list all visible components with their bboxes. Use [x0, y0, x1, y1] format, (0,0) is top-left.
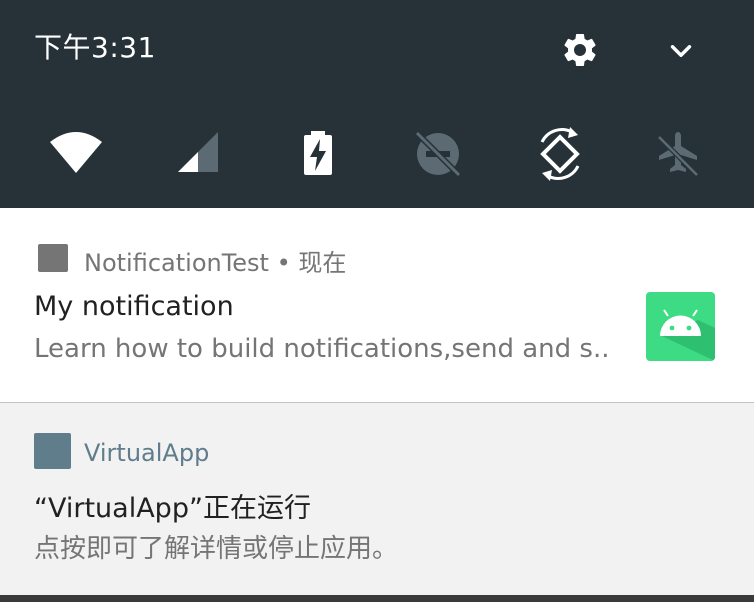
- quick-settings-header: 下午3:31: [0, 0, 754, 208]
- notification-time: 现在: [298, 249, 347, 277]
- app-small-icon: [38, 244, 68, 272]
- virtualapp-notification-text: 点按即可了解详情或停止应用。: [34, 534, 399, 564]
- cellular-signal-icon[interactable]: [172, 124, 232, 184]
- notification-header: NotificationTest • 现在: [84, 243, 346, 278]
- battery-charging-icon[interactable]: [288, 124, 348, 184]
- virtualapp-app-icon: [34, 433, 71, 469]
- airplane-mode-off-icon[interactable]: [648, 124, 708, 184]
- settings-gear-icon[interactable]: [560, 30, 600, 70]
- notification-text: Learn how to build notifications,send an…: [34, 334, 610, 364]
- shade-bottom-edge: [0, 595, 754, 602]
- expand-chevron-down-icon[interactable]: [664, 34, 698, 68]
- status-time: 下午3:31: [34, 31, 156, 64]
- android-robot-icon: [646, 292, 715, 361]
- virtualapp-app-name: VirtualApp: [84, 439, 210, 467]
- virtualapp-notification-title: “VirtualApp”正在运行: [34, 493, 311, 524]
- header-separator: •: [276, 249, 291, 277]
- wifi-icon[interactable]: [46, 124, 106, 184]
- notification-title: My notification: [34, 291, 234, 322]
- app-name: NotificationTest: [84, 249, 269, 277]
- auto-rotate-icon[interactable]: [530, 124, 590, 184]
- do-not-disturb-off-icon[interactable]: [408, 124, 468, 184]
